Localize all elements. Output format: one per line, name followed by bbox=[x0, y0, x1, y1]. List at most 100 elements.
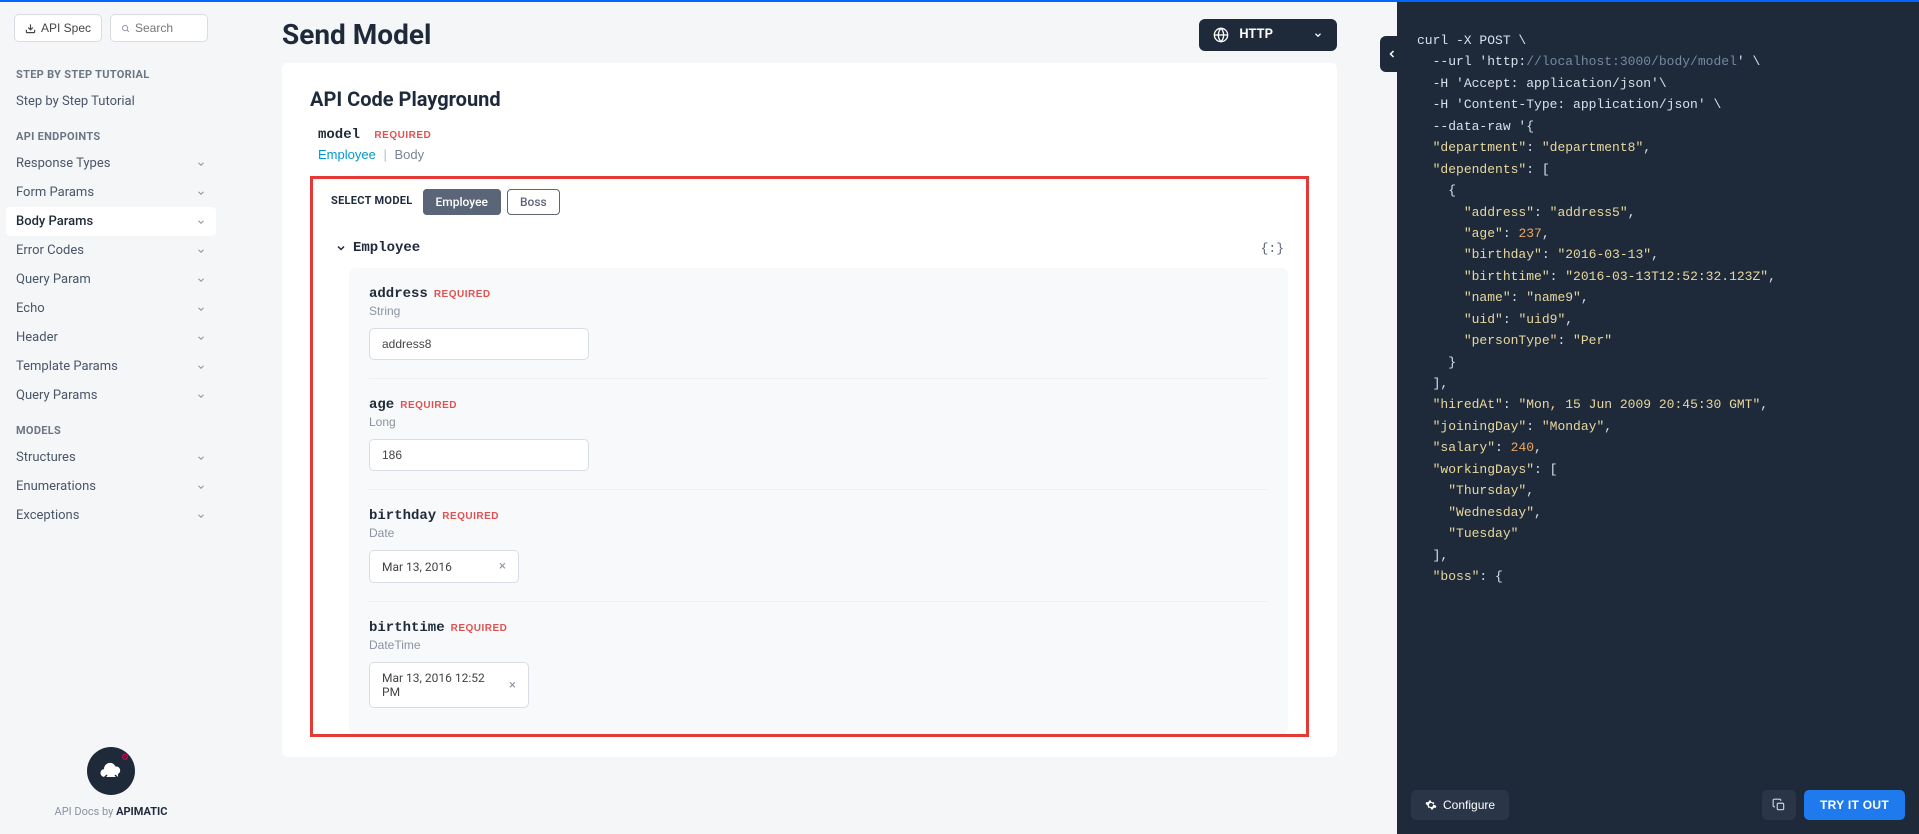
nav-item-query-params[interactable]: Query Params bbox=[0, 381, 222, 410]
language-selector[interactable]: HTTP bbox=[1199, 19, 1337, 51]
language-label: HTTP bbox=[1239, 27, 1273, 42]
nav-item-header[interactable]: Header bbox=[0, 323, 222, 352]
section-label: API ENDPOINTS bbox=[0, 116, 222, 149]
sidebar: API Spec STEP BY STEP TUTORIAL Step by St… bbox=[0, 2, 222, 834]
field-type: DateTime bbox=[369, 638, 1268, 652]
field-address: address REQUIRED String bbox=[369, 286, 1268, 379]
nav-item-step-by-step-tutorial[interactable]: Step by Step Tutorial bbox=[0, 87, 222, 116]
chevron-down-icon bbox=[196, 333, 206, 343]
type-body: Body bbox=[394, 147, 424, 162]
nav-item-label: Form Params bbox=[16, 185, 94, 200]
nav-item-label: Enumerations bbox=[16, 479, 96, 494]
select-model-label: SELECT MODEL bbox=[331, 194, 413, 207]
nav-item-label: Error Codes bbox=[16, 243, 84, 258]
field-age: age REQUIRED Long bbox=[369, 397, 1268, 490]
field-name: age REQUIRED bbox=[369, 397, 1268, 413]
nav-item-exceptions[interactable]: Exceptions bbox=[0, 501, 222, 530]
model-tab-employee[interactable]: Employee bbox=[423, 189, 501, 215]
chevron-down-icon bbox=[196, 511, 206, 521]
nav-item-label: Query Param bbox=[16, 272, 91, 287]
field-value: Mar 13, 2016 bbox=[382, 560, 452, 574]
chevron-down-icon bbox=[196, 188, 206, 198]
configure-button[interactable]: Configure bbox=[1411, 790, 1509, 820]
chevron-down-icon bbox=[196, 246, 206, 256]
clear-icon[interactable]: × bbox=[499, 559, 506, 574]
field-value: Mar 13, 2016 12:52 PM bbox=[382, 671, 503, 699]
chevron-down-icon bbox=[335, 242, 347, 254]
code-body[interactable]: curl -X POST \ --url 'http://localhost:3… bbox=[1397, 2, 1919, 780]
chevron-down-icon bbox=[196, 275, 206, 285]
api-spec-label: API Spec bbox=[41, 21, 91, 35]
nav-item-error-codes[interactable]: Error Codes bbox=[0, 236, 222, 265]
configure-label: Configure bbox=[1443, 798, 1495, 812]
field-name: birthtime REQUIRED bbox=[369, 620, 1268, 636]
download-icon bbox=[25, 23, 36, 34]
field-type: Long bbox=[369, 415, 1268, 429]
nav-item-label: Template Params bbox=[16, 359, 118, 374]
search-icon bbox=[121, 23, 130, 34]
clear-icon[interactable]: × bbox=[509, 678, 516, 693]
nav-item-label: Body Params bbox=[16, 214, 93, 229]
footer-attribution: API Docs by APIMATIC bbox=[16, 805, 206, 818]
try-it-out-button[interactable]: TRY IT OUT bbox=[1804, 790, 1905, 820]
address-input[interactable] bbox=[369, 328, 589, 360]
chevron-left-icon bbox=[1386, 48, 1398, 60]
nav-item-form-params[interactable]: Form Params bbox=[0, 178, 222, 207]
type-breadcrumb: Employee | Body bbox=[282, 143, 1337, 176]
required-tag: REQUIRED bbox=[400, 400, 457, 411]
collapse-code-button[interactable] bbox=[1380, 36, 1404, 72]
search-input[interactable] bbox=[135, 21, 197, 35]
cloud-dev-icon bbox=[99, 761, 123, 781]
nav-item-label: Structures bbox=[16, 450, 76, 465]
nav-item-label: Step by Step Tutorial bbox=[16, 94, 135, 109]
required-tag: REQUIRED bbox=[451, 623, 508, 634]
chevron-down-icon bbox=[196, 362, 206, 372]
field-name: birthday REQUIRED bbox=[369, 508, 1268, 524]
nav-item-template-params[interactable]: Template Params bbox=[0, 352, 222, 381]
json-view-toggle[interactable]: {:} bbox=[1261, 241, 1284, 256]
type-link-employee[interactable]: Employee bbox=[318, 147, 376, 162]
chevron-down-icon bbox=[196, 391, 206, 401]
section-label: STEP BY STEP TUTORIAL bbox=[0, 54, 222, 87]
chevron-down-icon bbox=[196, 159, 206, 169]
nav-item-echo[interactable]: Echo bbox=[0, 294, 222, 323]
copy-button[interactable] bbox=[1762, 790, 1796, 820]
copy-icon bbox=[1772, 798, 1786, 812]
required-tag: REQUIRED bbox=[442, 511, 499, 522]
field-type: String bbox=[369, 304, 1268, 318]
field-type: Date bbox=[369, 526, 1268, 540]
nav-item-label: Echo bbox=[16, 301, 45, 316]
field-birthtime: birthtime REQUIRED DateTime Mar 13, 2016 1… bbox=[369, 620, 1268, 726]
nav-item-label: Exceptions bbox=[16, 508, 79, 523]
required-tag: REQUIRED bbox=[434, 289, 491, 300]
page-title: Send Model bbox=[282, 18, 431, 51]
nav-item-structures[interactable]: Structures bbox=[0, 443, 222, 472]
chevron-down-icon bbox=[196, 217, 206, 227]
field-birthday: birthday REQUIRED Date Mar 13, 2016 × bbox=[369, 508, 1268, 602]
model-form-highlight: SELECT MODEL EmployeeBoss Employee {:} bbox=[310, 176, 1309, 737]
nav-item-label: Header bbox=[16, 330, 58, 345]
nav-item-enumerations[interactable]: Enumerations bbox=[0, 472, 222, 501]
model-tab-boss[interactable]: Boss bbox=[507, 189, 560, 215]
birthtime-input[interactable]: Mar 13, 2016 12:52 PM × bbox=[369, 662, 529, 708]
nav-item-response-types[interactable]: Response Types bbox=[0, 149, 222, 178]
chevron-down-icon bbox=[196, 482, 206, 492]
nav-item-body-params[interactable]: Body Params bbox=[6, 207, 216, 236]
chevron-down-icon bbox=[196, 304, 206, 314]
birthday-input[interactable]: Mar 13, 2016 × bbox=[369, 550, 519, 583]
nav-item-query-param[interactable]: Query Param bbox=[0, 265, 222, 294]
employee-collapse-header[interactable]: Employee {:} bbox=[331, 232, 1288, 268]
employee-header-label: Employee bbox=[353, 240, 420, 256]
globe-icon bbox=[1213, 27, 1229, 43]
search-input-wrapper[interactable] bbox=[110, 14, 208, 42]
api-spec-button[interactable]: API Spec bbox=[14, 14, 102, 42]
nav-item-label: Response Types bbox=[16, 156, 110, 171]
required-tag: REQUIRED bbox=[374, 130, 431, 141]
brand-badge[interactable] bbox=[87, 747, 135, 795]
chevron-down-icon bbox=[1313, 30, 1323, 40]
section-label: MODELS bbox=[0, 410, 222, 443]
age-input[interactable] bbox=[369, 439, 589, 471]
field-name: address REQUIRED bbox=[369, 286, 1268, 302]
gear-icon bbox=[1425, 799, 1437, 811]
playground-title: API Code Playground bbox=[282, 63, 1337, 121]
